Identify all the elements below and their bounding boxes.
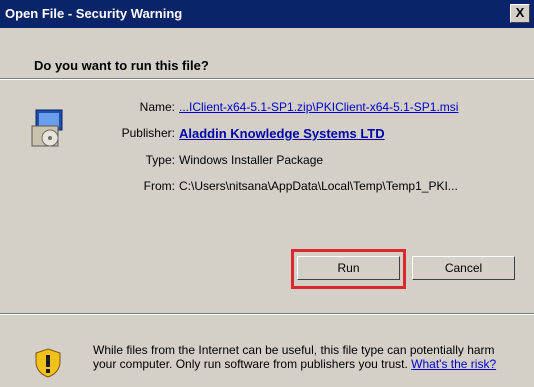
from-value: C:\Users\nitsana\AppData\Local\Temp\Temp… [179, 179, 458, 193]
divider [0, 78, 534, 80]
publisher-row: Publisher: Aladdin Knowledge Systems LTD [95, 126, 525, 142]
whats-the-risk-link[interactable]: What's the risk? [411, 357, 496, 371]
divider [0, 313, 534, 315]
publisher-label: Publisher: [121, 126, 175, 140]
prompt-heading: Do you want to run this file? [34, 58, 209, 73]
window-title: Open File - Security Warning [5, 6, 183, 21]
dialog-body: Do you want to run this file? Name: ...I… [0, 28, 534, 387]
name-row: Name: ...IClient-x64-5.1-SP1.zip\PKIClie… [95, 100, 525, 116]
publisher-link[interactable]: Aladdin Knowledge Systems LTD [179, 126, 385, 141]
warning-message: While files from the Internet can be use… [93, 343, 513, 371]
title-bar: Open File - Security Warning X [0, 0, 534, 28]
close-button[interactable]: X [510, 4, 530, 23]
from-row: From: C:\Users\nitsana\AppData\Local\Tem… [95, 179, 525, 195]
name-label: Name: [139, 100, 175, 114]
cancel-label: Cancel [444, 261, 483, 275]
run-button[interactable]: Run [297, 256, 400, 280]
type-value: Windows Installer Package [179, 153, 324, 167]
type-row: Type: Windows Installer Package [95, 153, 525, 169]
type-label: Type: [145, 153, 175, 167]
installer-package-icon [31, 109, 63, 147]
run-label: Run [337, 261, 360, 275]
cancel-button[interactable]: Cancel [412, 256, 515, 280]
file-name-link[interactable]: ...IClient-x64-5.1-SP1.zip\PKIClient-x64… [179, 100, 458, 114]
close-icon: X [515, 5, 525, 20]
shield-warning-icon [35, 348, 61, 378]
from-label: From: [143, 179, 175, 193]
